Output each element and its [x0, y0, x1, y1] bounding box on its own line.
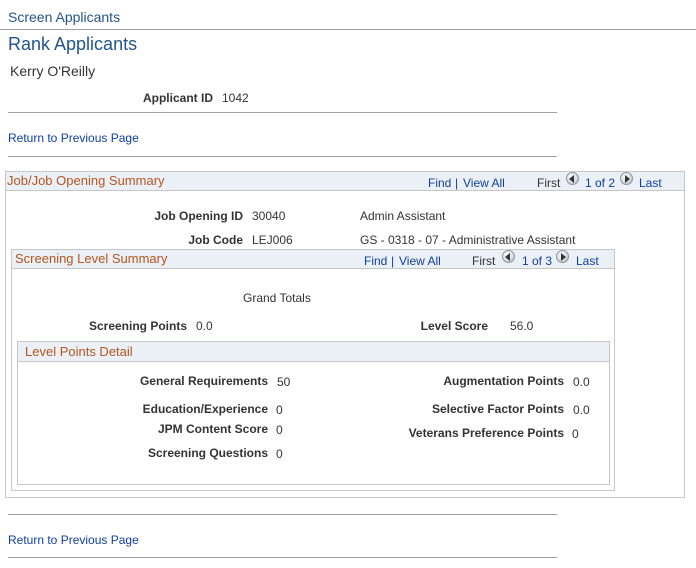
previous-icon [569, 175, 574, 183]
job-opening-find-link[interactable]: Find [428, 176, 451, 190]
header-divider [0, 29, 696, 30]
veterans-preference-points-value: 0 [572, 427, 579, 441]
return-to-previous-page-link-bottom[interactable]: Return to Previous Page [8, 533, 139, 547]
return-to-previous-page-link-top[interactable]: Return to Previous Page [8, 131, 139, 145]
augmentation-points-label: Augmentation Points [443, 374, 564, 388]
job-opening-last-link[interactable]: Last [639, 176, 662, 190]
general-requirements-label: General Requirements [139, 374, 268, 388]
screening-points-label: Screening Points [88, 319, 187, 333]
education-experience-value: 0 [276, 403, 283, 417]
jpm-content-score-value: 0 [276, 423, 283, 437]
applicant-name: Kerry O'Reilly [10, 63, 96, 79]
selective-factor-points-value: 0.0 [573, 403, 590, 417]
previous-icon [505, 253, 510, 261]
screening-questions-label: Screening Questions [147, 446, 268, 460]
education-experience-label: Education/Experience [142, 402, 268, 416]
jpm-content-score-label: JPM Content Score [157, 422, 268, 436]
applicant-id-label: Applicant ID [142, 91, 213, 105]
screening-questions-value: 0 [276, 447, 283, 461]
previous-row-button[interactable] [566, 172, 579, 185]
screening-previous-row-button[interactable] [502, 250, 515, 263]
veterans-preference-points-label: Veterans Preference Points [408, 426, 564, 440]
separator: | [455, 176, 459, 190]
screening-position: 1 of 3 [522, 254, 553, 268]
screening-last-link[interactable]: Last [576, 254, 599, 268]
divider [8, 557, 557, 558]
applicant-id-value: 1042 [222, 91, 249, 105]
job-opening-first-label: First [537, 176, 561, 190]
next-icon [561, 253, 566, 261]
separator: | [391, 254, 395, 268]
screening-first-label: First [472, 254, 496, 268]
job-opening-id-value: 30040 [252, 209, 286, 223]
selective-factor-points-label: Selective Factor Points [431, 402, 564, 416]
screening-level-summary-title: Screening Level Summary [15, 251, 168, 266]
general-requirements-value: 50 [277, 375, 291, 389]
divider [8, 156, 557, 157]
job-opening-position: 1 of 2 [585, 176, 616, 190]
augmentation-points-value: 0.0 [573, 375, 590, 389]
job-code-description: GS - 0318 - 07 - Administrative Assistan… [360, 233, 576, 247]
grand-totals-heading: Grand Totals [243, 291, 311, 305]
job-code-label: Job Code [188, 233, 243, 247]
job-opening-view-all-link[interactable]: View All [463, 176, 505, 190]
divider [8, 112, 557, 113]
screening-view-all-link[interactable]: View All [399, 254, 441, 268]
job-opening-summary-title: Job/Job Opening Summary [7, 173, 165, 188]
divider [8, 514, 557, 515]
job-opening-id-label: Job Opening ID [154, 209, 243, 223]
screening-points-value: 0.0 [196, 319, 213, 333]
screening-find-link[interactable]: Find [364, 254, 387, 268]
screening-next-row-button[interactable] [556, 250, 569, 263]
next-row-button[interactable] [620, 172, 633, 185]
job-code-value: LEJ006 [252, 233, 293, 247]
next-icon [625, 175, 630, 183]
level-score-label: Level Score [420, 319, 488, 333]
page-title: Rank Applicants [8, 34, 138, 54]
breadcrumb: Screen Applicants [8, 9, 121, 25]
job-opening-description: Admin Assistant [360, 209, 446, 223]
level-score-value: 56.0 [510, 319, 534, 333]
level-points-detail-title: Level Points Detail [25, 344, 133, 359]
